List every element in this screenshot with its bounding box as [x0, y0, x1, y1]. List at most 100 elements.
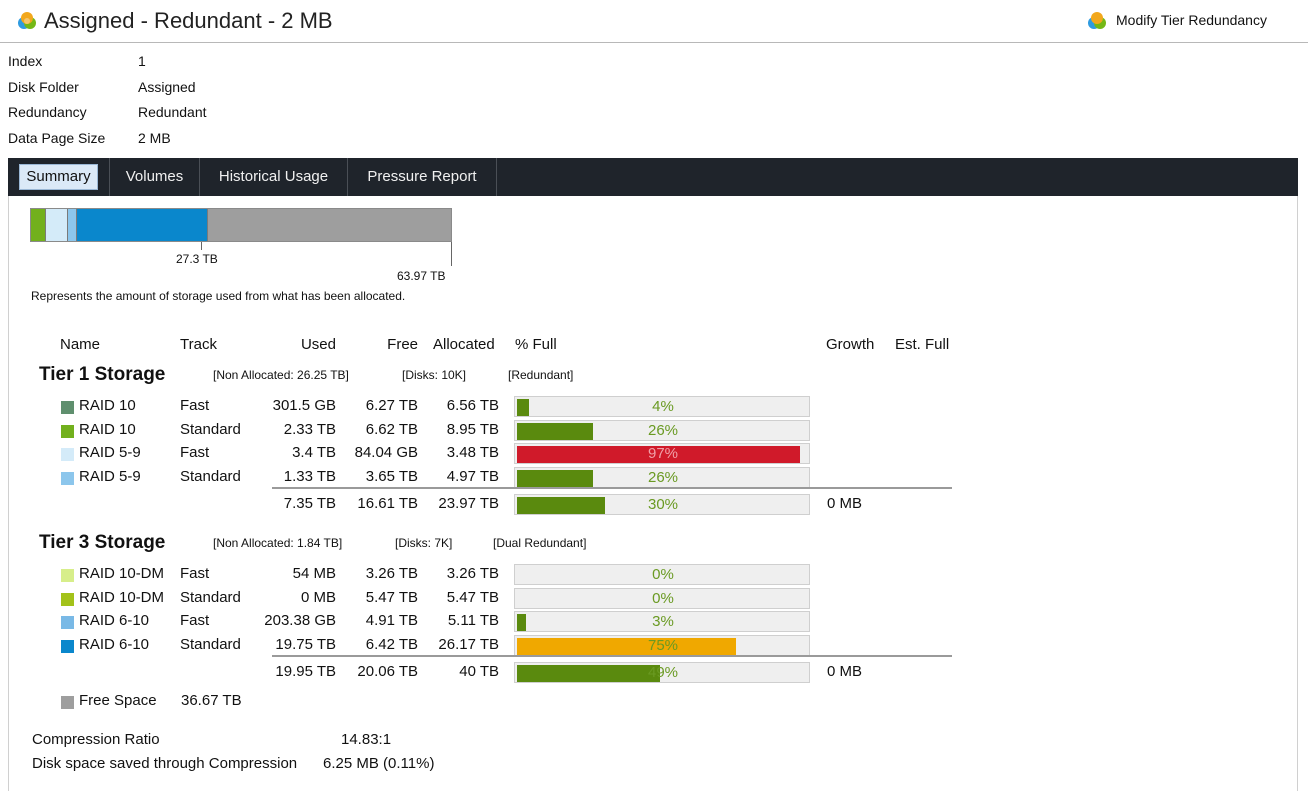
total-allocated: 23.97 TB — [438, 495, 499, 512]
column-used: Used — [300, 336, 336, 353]
row-name: RAID 10 — [79, 420, 136, 438]
row-track: Fast — [180, 444, 210, 461]
row-name: RAID 10-DM — [79, 588, 165, 606]
row-pct-full-bar-label: 0% — [652, 589, 674, 607]
column-growth: Growth — [826, 336, 875, 353]
row-free: 6.42 TB — [365, 635, 418, 653]
row-pct-full-bar-label: 26% — [647, 468, 679, 486]
tab-bar: Summary Volumes Historical Usage Pressur… — [8, 158, 1298, 196]
tier-title: Tier 3 Storage — [39, 532, 166, 553]
row-name: RAID 5-9 — [79, 444, 141, 461]
total-free: 16.61 TB — [357, 495, 418, 512]
total-pct-full-bar: 49% — [514, 662, 810, 683]
used-marker — [201, 242, 202, 250]
row-allocated: 6.56 TB — [446, 397, 499, 414]
tab-historical-usage[interactable]: Historical Usage — [200, 158, 348, 196]
row-free: 4.91 TB — [365, 612, 418, 629]
usage-segment — [31, 209, 46, 241]
row-free: 3.26 TB — [365, 565, 418, 582]
total-pct-full-bar: 30% — [514, 494, 810, 515]
row-used: 0 MB — [300, 588, 336, 606]
tab-historical-usage-label: Historical Usage — [218, 168, 329, 185]
row-used: 301.5 GB — [272, 397, 336, 414]
raid-color-swatch — [61, 424, 74, 438]
tier-title: Tier 1 Storage — [39, 364, 166, 385]
tab-summary[interactable]: Summary — [8, 158, 110, 196]
property-value-disk-folder: Assigned — [138, 79, 196, 95]
tier-redundancy: [Dual Redundant] — [493, 536, 587, 550]
row-track: Fast — [180, 565, 210, 582]
row-free: 3.65 TB — [365, 467, 418, 485]
column-pct-full: % Full — [515, 336, 557, 353]
total-used: 19.95 TB — [275, 663, 336, 680]
column-track: Track — [180, 336, 217, 353]
property-value-index: 1 — [138, 53, 146, 69]
row-allocated: 5.11 TB — [447, 612, 499, 629]
usage-segment — [68, 209, 77, 241]
row-allocated: 5.47 TB — [446, 588, 499, 606]
tier-non-allocated: [Non Allocated: 1.84 TB] — [213, 536, 343, 550]
column-name: Name — [60, 336, 101, 353]
row-used: 2.33 TB — [283, 420, 336, 438]
row-allocated: 3.26 TB — [446, 565, 499, 582]
header-divider — [0, 42, 1308, 43]
column-allocated: Allocated — [433, 336, 495, 353]
tier-total-divider — [272, 487, 952, 489]
row-track: Fast — [180, 397, 210, 414]
row-name: RAID 10-DM — [79, 565, 165, 582]
row-pct-full-bar: 4% — [514, 396, 810, 417]
usage-segment — [208, 209, 451, 241]
free-space-value: 36.67 TB — [181, 692, 242, 709]
row-pct-full-bar-label: 26% — [647, 421, 679, 439]
row-pct-full-bar-label: 0% — [652, 566, 674, 583]
row-name: RAID 6-10 — [79, 612, 150, 629]
row-pct-full-bar: 97% — [514, 443, 810, 464]
row-allocated: 3.48 TB — [446, 444, 499, 461]
row-name: RAID 6-10 — [79, 635, 150, 653]
row-free: 6.62 TB — [365, 420, 418, 438]
property-label-disk-folder: Disk Folder — [8, 79, 79, 95]
row-allocated: 26.17 TB — [438, 635, 499, 653]
total-allocated: 40 TB — [459, 663, 499, 680]
total-growth: 0 MB — [827, 663, 863, 680]
row-pct-full-bar-label: 97% — [647, 445, 679, 462]
row-track: Standard — [180, 635, 241, 653]
storage-usage-bar — [30, 208, 452, 242]
column-est-full: Est. Full — [895, 336, 950, 353]
row-pct-full-bar-label: 3% — [652, 613, 674, 630]
property-label-index: Index — [8, 53, 43, 69]
row-pct-full-bar: 0% — [514, 587, 810, 609]
row-track: Fast — [180, 612, 210, 629]
row-pct-full-bar: 26% — [514, 466, 810, 488]
row-used: 3.4 TB — [292, 444, 336, 461]
compression-saved-label: Disk space saved through Compression — [32, 755, 298, 772]
column-free: Free — [387, 336, 418, 353]
compression-ratio-value: 14.83:1 — [341, 731, 392, 748]
globe-icon — [1086, 10, 1106, 30]
row-used: 203.38 GB — [264, 612, 336, 629]
property-value-redundancy: Redundant — [138, 104, 207, 120]
usage-segment — [77, 209, 208, 241]
used-amount-label: 27.3 TB — [176, 252, 218, 266]
row-pct-full-bar: 26% — [514, 419, 810, 441]
row-allocated: 4.97 TB — [446, 467, 499, 485]
row-track: Standard — [180, 467, 241, 485]
tab-pressure-report[interactable]: Pressure Report — [348, 158, 497, 196]
total-free: 20.06 TB — [357, 663, 418, 680]
tab-volumes-label: Volumes — [125, 168, 184, 185]
raid-color-swatch — [61, 448, 74, 461]
tab-volumes[interactable]: Volumes — [110, 158, 200, 196]
total-pct-full-bar-label: 30% — [647, 496, 679, 513]
allocated-marker — [451, 242, 452, 266]
row-track: Standard — [180, 588, 241, 606]
raid-color-swatch — [61, 592, 74, 606]
row-used: 1.33 TB — [283, 467, 336, 485]
row-pct-full-bar-label: 4% — [652, 398, 674, 415]
raid-color-swatch — [61, 471, 74, 485]
total-growth: 0 MB — [827, 495, 863, 512]
row-pct-full-bar: 0% — [514, 564, 810, 585]
property-label-data-page-size: Data Page Size — [8, 130, 106, 146]
raid-color-swatch — [61, 639, 74, 653]
page-title: Assigned - Redundant - 2 MB — [44, 8, 333, 33]
raid-color-swatch — [61, 401, 74, 414]
